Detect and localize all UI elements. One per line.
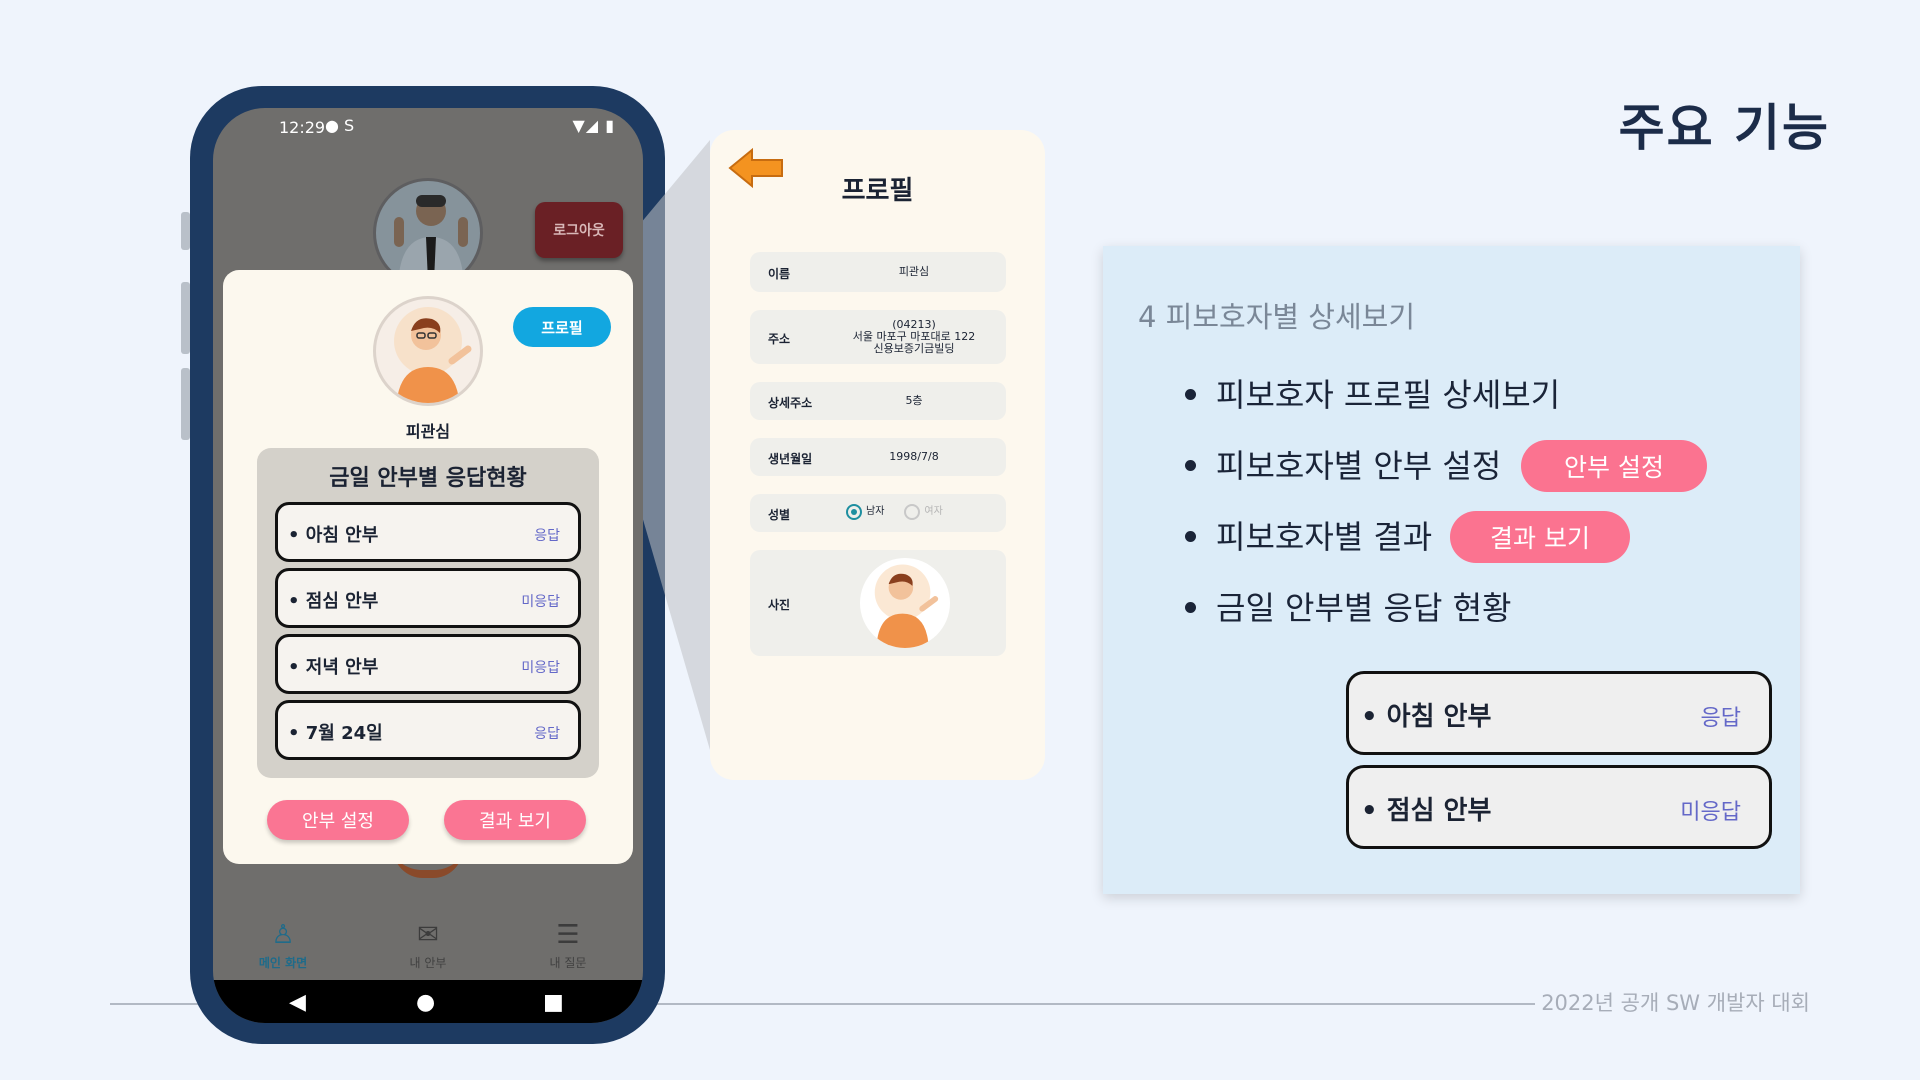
nav-my-safety[interactable]: ✉ 내 안부 xyxy=(373,920,483,971)
bullet-text: 피보호자 프로필 상세보기 xyxy=(1216,376,1561,414)
row-label: • 저녁 안부 xyxy=(288,657,379,678)
row-label: • 아침 안부 xyxy=(288,525,379,546)
response-status-panel: 금일 안부별 응답현황 • 아침 안부 응답 • 점심 안부 미응답 • 저녁 … xyxy=(257,448,599,778)
radio-label: 남자 xyxy=(866,506,885,517)
photo-field: 사진 xyxy=(750,550,1006,656)
logout-button[interactable]: 로그아웃 xyxy=(535,202,623,258)
nav-main-screen[interactable]: ♙ 메인 화면 xyxy=(228,920,338,971)
row-label: • 점심 안부 xyxy=(288,591,379,612)
name-field: 이름 피관심 xyxy=(750,252,1006,292)
row-status: 응답 xyxy=(534,528,560,544)
profile-picture xyxy=(373,296,483,406)
signal-battery-icons: ▼◢ ▮ xyxy=(572,116,615,135)
list-item[interactable]: • 7월 24일 응답 xyxy=(275,700,581,760)
field-value: 5층 xyxy=(905,394,923,407)
field-label: 이름 xyxy=(768,267,791,281)
field-label: 주소 xyxy=(768,332,791,346)
profile-button[interactable]: 프로필 xyxy=(513,307,611,347)
nav-my-question[interactable]: ☰ 내 질문 xyxy=(513,920,623,971)
radio-label: 여자 xyxy=(924,506,943,517)
mail-icon: ✉ xyxy=(417,920,439,950)
row-label: • 점심 안부 xyxy=(1361,796,1492,826)
radio-male[interactable] xyxy=(846,504,862,520)
status-bar: 12:29 ● S ▼◢ ▮ xyxy=(213,108,643,144)
notification-icons: ● S xyxy=(325,116,355,135)
bullet-text: 피보호자별 결과 xyxy=(1216,518,1433,556)
row-label: • 7월 24일 xyxy=(288,723,383,744)
detail-address-field: 상세주소 5층 xyxy=(750,382,1006,420)
profile-title: 프로필 xyxy=(841,176,914,206)
address-field: 주소 (04213) 서울 마포구 마포대로 122 신용보증기금빌딩 xyxy=(750,310,1006,364)
system-navigation-bar: ◀ ● ■ xyxy=(213,980,643,1023)
bullet-dot xyxy=(1185,601,1196,613)
field-label: 성별 xyxy=(768,508,791,522)
bullet-dot xyxy=(1185,530,1196,542)
field-value: (04213) 서울 마포구 마포대로 122 신용보증기금빌딩 xyxy=(832,319,996,355)
field-value: 피관심 xyxy=(898,265,930,278)
address-line: 신용보증기금빌딩 xyxy=(873,342,955,355)
bullet-text: 금일 안부별 응답 현황 xyxy=(1216,589,1512,627)
bullet-text: 피보호자별 안부 설정 xyxy=(1216,447,1502,485)
gender-field: 성별 남자 여자 xyxy=(750,494,1006,532)
bullet-item: 피보호자별 안부 설정 xyxy=(1185,441,1501,487)
nav-label: 메인 화면 xyxy=(258,956,308,970)
bullet-dot xyxy=(1185,388,1196,400)
gender-options: 남자 여자 xyxy=(846,504,996,520)
person-icon: ♙ xyxy=(271,920,295,950)
field-label: 생년월일 xyxy=(768,452,813,466)
field-value: 1998/7/8 xyxy=(889,450,939,463)
radio-female[interactable] xyxy=(904,504,921,520)
panel-title: 금일 안부별 응답현황 xyxy=(329,466,527,491)
list-item[interactable]: • 아침 안부 응답 xyxy=(275,502,581,562)
home-nav-icon[interactable]: ● xyxy=(416,990,435,1015)
feature-card: 4 피보호자별 상세보기 피보호자 프로필 상세보기 피보호자별 안부 설정 안… xyxy=(1103,246,1800,894)
person-name: 피관심 xyxy=(405,422,451,441)
bullet-item: 금일 안부별 응답 현황 xyxy=(1185,583,1511,629)
safety-setting-button[interactable]: 안부 설정 xyxy=(267,800,409,840)
row-status: 미응답 xyxy=(521,594,560,610)
bottom-navigation: ♙ 메인 화면 ✉ 내 안부 ☰ 내 질문 xyxy=(213,908,643,988)
safety-setting-pill[interactable]: 안부 설정 xyxy=(1521,440,1707,492)
card-heading: 4 피보호자별 상세보기 xyxy=(1138,300,1416,334)
bullet-item: 피보호자별 결과 xyxy=(1185,512,1432,558)
detail-modal: 프로필 피관심 금일 안부별 응답현황 • 아침 안부 응답 • 점심 안부 미… xyxy=(223,270,633,864)
profile-screen: 프로필 이름 피관심 주소 (04213) 서울 마포구 마포대로 122 신용… xyxy=(710,130,1045,780)
bullet-item: 피보호자 프로필 상세보기 xyxy=(1185,370,1560,416)
list-item[interactable]: • 아침 안부 응답 xyxy=(1346,671,1772,755)
list-item[interactable]: • 저녁 안부 미응답 xyxy=(275,634,581,694)
list-item[interactable]: • 점심 안부 미응답 xyxy=(1346,765,1772,849)
bullet-dot xyxy=(1185,459,1196,471)
field-label: 사진 xyxy=(768,598,791,612)
phone-screen: 12:29 ● S ▼◢ ▮ 로그아웃 프로필 피관심 금일 안부별 응답현황 … xyxy=(213,108,643,1023)
row-label: • 아침 안부 xyxy=(1361,702,1492,732)
row-status: 미응답 xyxy=(1680,800,1741,825)
view-result-button[interactable]: 결과 보기 xyxy=(444,800,586,840)
field-label: 상세주소 xyxy=(768,396,813,410)
profile-photo xyxy=(860,558,950,648)
row-status: 응답 xyxy=(534,726,560,742)
list-item[interactable]: • 점심 안부 미응답 xyxy=(275,568,581,628)
row-status: 응답 xyxy=(1700,706,1741,731)
birthdate-field: 생년월일 1998/7/8 xyxy=(750,438,1006,476)
row-status: 미응답 xyxy=(521,660,560,676)
nav-label: 내 안부 xyxy=(409,956,447,970)
status-time: 12:29 xyxy=(279,118,326,137)
back-nav-icon[interactable]: ◀ xyxy=(289,990,306,1015)
recent-apps-icon[interactable]: ■ xyxy=(543,990,564,1015)
view-result-pill[interactable]: 결과 보기 xyxy=(1450,511,1630,563)
person-illustration-icon xyxy=(394,307,472,403)
person-illustration-icon xyxy=(874,564,939,648)
clipboard-icon: ☰ xyxy=(556,920,580,950)
nav-label: 내 질문 xyxy=(549,956,587,970)
